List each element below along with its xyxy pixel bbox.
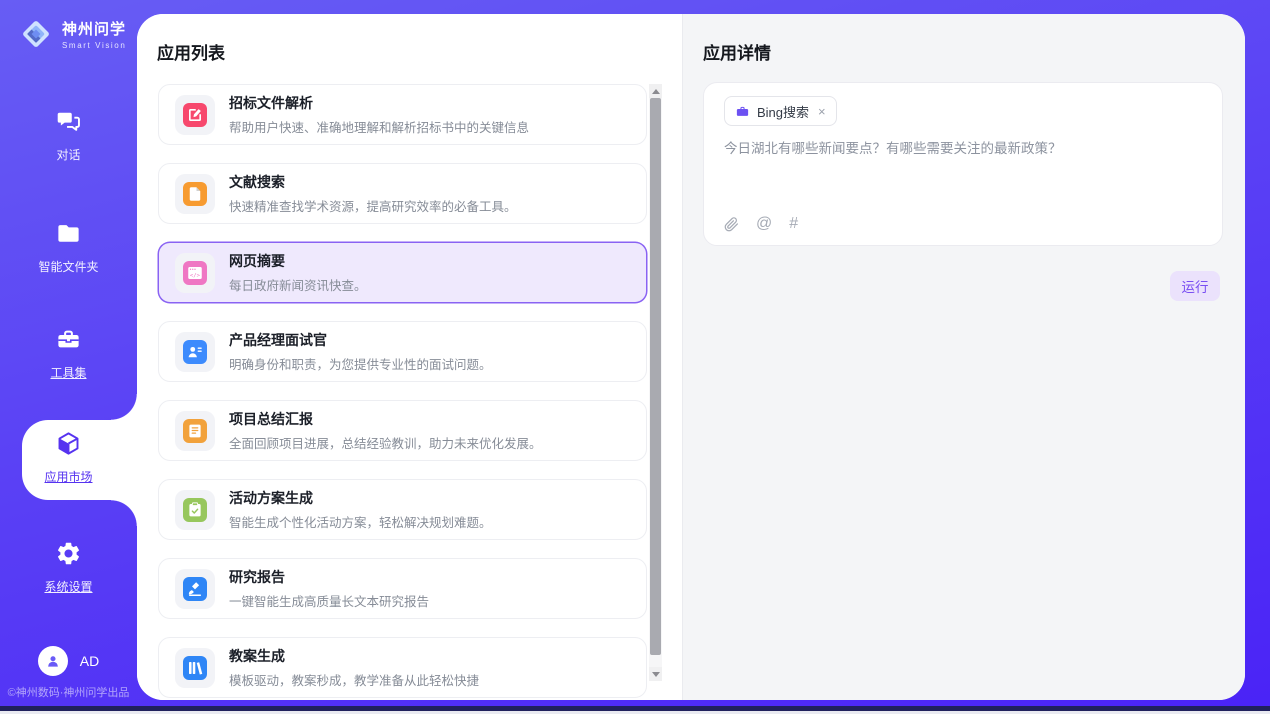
app-card-list: 招标文件解析 帮助用户快速、准确地理解和解析招标书中的关键信息 文献搜索 快速精… xyxy=(158,84,647,700)
scrollbar-thumb[interactable] xyxy=(650,98,661,655)
app-desc: 全面回顾项目进展，总结经验教训，助力未来优化发展。 xyxy=(229,433,542,452)
diamond-logo-icon xyxy=(18,16,54,52)
sidebar-item-smart-folder[interactable]: 智能文件夹 xyxy=(0,220,137,275)
tool-tag-label: Bing搜索 xyxy=(757,102,809,121)
app-desc: 明确身份和职责，为您提供专业性的面试问题。 xyxy=(229,354,492,373)
sidebar-item-label: 系统设置 xyxy=(0,578,137,595)
app-title: 文献搜索 xyxy=(229,172,517,192)
app-desc: 一键智能生成高质量长文本研究报告 xyxy=(229,591,429,610)
brand-logo: 神州问学 Smart Vision xyxy=(18,16,126,52)
app-title: 教案生成 xyxy=(229,646,479,666)
chat-icon xyxy=(55,108,82,135)
sidebar: 神州问学 Smart Vision 对话 智能文件夹 工具集 应用市场 xyxy=(0,0,137,700)
brand-subtitle: Smart Vision xyxy=(62,41,126,50)
user-account[interactable]: AD xyxy=(0,646,137,676)
app-title: 项目总结汇报 xyxy=(229,409,542,429)
scrollbar-down-arrow[interactable] xyxy=(649,667,662,681)
app-desc: 帮助用户快速、准确地理解和解析招标书中的关键信息 xyxy=(229,117,529,136)
app-desc: 快速精准查找学术资源，提高研究效率的必备工具。 xyxy=(229,196,517,215)
research-icon xyxy=(183,577,207,601)
app-desc: 智能生成个性化活动方案，轻松解决规划难题。 xyxy=(229,512,492,531)
brand-name: 神州问学 xyxy=(62,18,126,39)
prompt-input[interactable]: 今日湖北有哪些新闻要点？有哪些需要关注的最新政策？ xyxy=(724,139,1202,159)
sidebar-item-label: 应用市场 xyxy=(0,468,137,485)
app-card[interactable]: 活动方案生成 智能生成个性化活动方案，轻松解决规划难题。 xyxy=(158,479,647,540)
edit-icon xyxy=(183,103,207,127)
app-card[interactable]: 研究报告 一键智能生成高质量长文本研究报告 xyxy=(158,558,647,619)
attachment-toolbar: @ # xyxy=(724,216,798,232)
book-icon xyxy=(183,182,207,206)
app-title: 研究报告 xyxy=(229,567,429,587)
folder-icon xyxy=(55,220,82,247)
sidebar-item-chat[interactable]: 对话 xyxy=(0,108,137,163)
gear-icon xyxy=(55,540,82,567)
app-list-title: 应用列表 xyxy=(157,39,225,64)
scrollbar-up-arrow[interactable] xyxy=(649,84,662,98)
app-detail-panel: 应用详情 Bing搜索 × 今日湖北有哪些新闻要点？有哪些需要关注的最新政策？ … xyxy=(682,14,1245,700)
clipboard-icon xyxy=(183,498,207,522)
user-icon xyxy=(44,652,62,670)
cube-icon xyxy=(55,430,82,457)
toolbox-icon xyxy=(55,326,82,353)
main-content: 应用列表 招标文件解析 帮助用户快速、准确地理解和解析招标书中的关键信息 文献搜… xyxy=(137,14,1245,700)
note-icon xyxy=(183,419,207,443)
sidebar-item-toolset[interactable]: 工具集 xyxy=(0,326,137,381)
interview-icon xyxy=(183,340,207,364)
sidebar-item-settings[interactable]: 系统设置 xyxy=(0,540,137,595)
close-icon[interactable]: × xyxy=(818,104,826,119)
svg-text:</>: </> xyxy=(190,272,201,278)
app-detail-title: 应用详情 xyxy=(703,39,771,64)
paperclip-icon[interactable] xyxy=(724,217,739,232)
books-icon xyxy=(183,656,207,680)
list-scrollbar[interactable] xyxy=(649,84,662,681)
browser-icon: </> xyxy=(183,261,207,285)
app-card[interactable]: 教案生成 模板驱动，教案秒成，教学准备从此轻松快捷 xyxy=(158,637,647,698)
app-title: 活动方案生成 xyxy=(229,488,492,508)
app-title: 招标文件解析 xyxy=(229,93,529,113)
at-icon[interactable]: @ xyxy=(756,216,772,232)
prompt-card: Bing搜索 × 今日湖北有哪些新闻要点？有哪些需要关注的最新政策？ @ # xyxy=(703,82,1223,246)
app-desc: 模板驱动，教案秒成，教学准备从此轻松快捷 xyxy=(229,670,479,689)
sidebar-item-label: 工具集 xyxy=(0,364,137,381)
app-title: 产品经理面试官 xyxy=(229,330,492,350)
tool-tag-bing-search[interactable]: Bing搜索 × xyxy=(724,96,837,126)
briefcase-icon xyxy=(735,104,750,119)
app-card[interactable]: 产品经理面试官 明确身份和职责，为您提供专业性的面试问题。 xyxy=(158,321,647,382)
app-card[interactable]: 招标文件解析 帮助用户快速、准确地理解和解析招标书中的关键信息 xyxy=(158,84,647,145)
hash-icon[interactable]: # xyxy=(789,216,798,232)
app-card[interactable]: 文献搜索 快速精准查找学术资源，提高研究效率的必备工具。 xyxy=(158,163,647,224)
app-card[interactable]: 项目总结汇报 全面回顾项目进展，总结经验教训，助力未来优化发展。 xyxy=(158,400,647,461)
avatar xyxy=(38,646,68,676)
sidebar-item-app-market[interactable]: 应用市场 xyxy=(0,430,137,485)
app-list-panel: 应用列表 招标文件解析 帮助用户快速、准确地理解和解析招标书中的关键信息 文献搜… xyxy=(137,14,682,700)
run-button[interactable]: 运行 xyxy=(1170,271,1220,301)
app-desc: 每日政府新闻资讯快查。 xyxy=(229,275,367,294)
copyright-footer: ©神州数码·神州问学出品 xyxy=(0,684,137,700)
app-title: 网页摘要 xyxy=(229,251,367,271)
sidebar-item-label: 智能文件夹 xyxy=(0,258,137,275)
user-name: AD xyxy=(80,653,99,669)
sidebar-item-label: 对话 xyxy=(0,146,137,163)
app-card[interactable]: </> 网页摘要 每日政府新闻资讯快查。 xyxy=(158,242,647,303)
